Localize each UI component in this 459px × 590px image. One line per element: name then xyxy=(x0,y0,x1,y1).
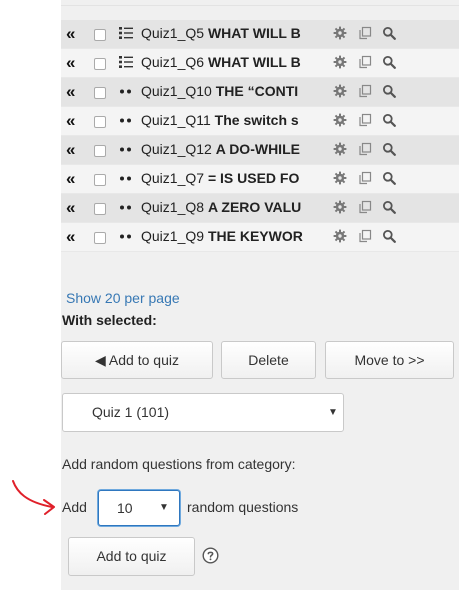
question-row: « Quiz1_Q5 WHAT WILL B xyxy=(61,20,459,49)
truefalse-icon xyxy=(118,199,134,215)
move-to-quiz-icon[interactable]: « xyxy=(66,111,76,131)
delete-button[interactable]: Delete xyxy=(221,341,316,379)
copy-icon[interactable] xyxy=(358,171,372,185)
question-text-excerpt: The switch s xyxy=(214,112,299,128)
question-checkbox[interactable] xyxy=(94,29,106,41)
question-name-prefix: Quiz1_Q6 xyxy=(141,54,208,70)
question-checkbox[interactable] xyxy=(94,145,106,157)
question-name-prefix: Quiz1_Q9 xyxy=(141,228,208,244)
help-icon[interactable] xyxy=(202,547,219,564)
preview-icon[interactable] xyxy=(382,113,396,127)
question-text-excerpt: THE “CONTI xyxy=(215,83,299,99)
copy-icon[interactable] xyxy=(358,113,372,127)
truefalse-icon xyxy=(118,83,134,99)
show-per-page-link[interactable]: Show 20 per page xyxy=(66,290,180,306)
red-arrow-annotation xyxy=(12,480,55,515)
move-to-quiz-icon[interactable]: « xyxy=(66,82,76,102)
truefalse-icon xyxy=(118,170,134,186)
question-checkbox[interactable] xyxy=(94,116,106,128)
multichoice-icon xyxy=(118,54,134,70)
add-label: Add xyxy=(62,499,87,515)
move-to-quiz-icon[interactable]: « xyxy=(66,227,76,247)
question-text-excerpt: = IS USED FO xyxy=(207,170,300,186)
add-random-label: Add random questions from category: xyxy=(62,456,296,472)
gear-icon[interactable] xyxy=(333,26,347,40)
question-text-excerpt: A DO-WHILE xyxy=(215,141,300,157)
with-selected-label: With selected: xyxy=(62,312,157,328)
move-to-quiz-icon[interactable]: « xyxy=(66,53,76,73)
move-to-quiz-icon[interactable]: « xyxy=(66,169,76,189)
question-row: « Quiz1_Q9 THE KEYWOR xyxy=(61,223,459,252)
question-row: « Quiz1_Q7 = IS USED FO xyxy=(61,165,459,194)
gear-icon[interactable] xyxy=(333,84,347,98)
gear-icon[interactable] xyxy=(333,55,347,69)
multichoice-icon xyxy=(118,25,134,41)
preview-icon[interactable] xyxy=(382,171,396,185)
question-name-prefix: Quiz1_Q5 xyxy=(141,25,208,41)
question-name-prefix: Quiz1_Q11 xyxy=(141,112,215,128)
random-count-value: 10 xyxy=(117,500,133,516)
quiz-select[interactable]: Quiz 1 (101) ▼ xyxy=(62,393,344,432)
question-checkbox[interactable] xyxy=(94,232,106,244)
move-to-quiz-icon[interactable]: « xyxy=(66,140,76,160)
previous-row-edge xyxy=(61,0,459,6)
add-to-quiz-button[interactable]: ◀ Add to quiz xyxy=(61,341,213,379)
copy-icon[interactable] xyxy=(358,229,372,243)
preview-icon[interactable] xyxy=(382,84,396,98)
question-checkbox[interactable] xyxy=(94,58,106,70)
question-name-prefix: Quiz1_Q8 xyxy=(141,199,208,215)
question-row: « Quiz1_Q11 The switch s xyxy=(61,107,459,136)
question-name: Quiz1_Q7 = IS USED FO xyxy=(141,170,331,186)
move-to-quiz-icon[interactable]: « xyxy=(66,198,76,218)
copy-icon[interactable] xyxy=(358,26,372,40)
question-name-prefix: Quiz1_Q7 xyxy=(141,170,208,186)
truefalse-icon xyxy=(118,228,134,244)
question-name-prefix: Quiz1_Q12 xyxy=(141,141,216,157)
question-name: Quiz1_Q10 THE “CONTI xyxy=(141,83,331,99)
question-row: « Quiz1_Q10 THE “CONTI xyxy=(61,78,459,107)
question-name: Quiz1_Q8 A ZERO VALU xyxy=(141,199,331,215)
question-row: « Quiz1_Q12 A DO-WHILE xyxy=(61,136,459,165)
add-random-to-quiz-button[interactable]: Add to quiz xyxy=(68,537,195,576)
truefalse-icon xyxy=(118,112,134,128)
preview-icon[interactable] xyxy=(382,142,396,156)
quiz-select-value: Quiz 1 (101) xyxy=(92,404,170,420)
question-checkbox[interactable] xyxy=(94,174,106,186)
question-name: Quiz1_Q11 The switch s xyxy=(141,112,331,128)
question-name: Quiz1_Q9 THE KEYWOR xyxy=(141,228,331,244)
random-questions-label: random questions xyxy=(187,499,299,515)
preview-icon[interactable] xyxy=(382,200,396,214)
move-to-quiz-icon[interactable]: « xyxy=(66,24,76,44)
question-text-excerpt: WHAT WILL B xyxy=(207,25,301,41)
question-name: Quiz1_Q12 A DO-WHILE xyxy=(141,141,331,157)
question-text-excerpt: A ZERO VALU xyxy=(207,199,302,215)
gear-icon[interactable] xyxy=(333,113,347,127)
question-text-excerpt: THE KEYWOR xyxy=(207,228,303,244)
gear-icon[interactable] xyxy=(333,200,347,214)
question-checkbox[interactable] xyxy=(94,203,106,215)
preview-icon[interactable] xyxy=(382,26,396,40)
gear-icon[interactable] xyxy=(333,171,347,185)
copy-icon[interactable] xyxy=(358,55,372,69)
preview-icon[interactable] xyxy=(382,229,396,243)
gear-icon[interactable] xyxy=(333,229,347,243)
question-name: Quiz1_Q6 WHAT WILL B xyxy=(141,54,331,70)
question-name-prefix: Quiz1_Q10 xyxy=(141,83,216,99)
question-row: « Quiz1_Q6 WHAT WILL B xyxy=(61,49,459,78)
chevron-down-icon: ▼ xyxy=(159,502,169,513)
copy-icon[interactable] xyxy=(358,142,372,156)
move-to-button[interactable]: Move to >> xyxy=(325,341,454,379)
chevron-down-icon: ▼ xyxy=(328,407,338,418)
copy-icon[interactable] xyxy=(358,84,372,98)
random-count-select[interactable]: 10 ▼ xyxy=(98,490,180,526)
question-checkbox[interactable] xyxy=(94,87,106,99)
question-name: Quiz1_Q5 WHAT WILL B xyxy=(141,25,331,41)
copy-icon[interactable] xyxy=(358,200,372,214)
preview-icon[interactable] xyxy=(382,55,396,69)
question-row: « Quiz1_Q8 A ZERO VALU xyxy=(61,194,459,223)
question-text-excerpt: WHAT WILL B xyxy=(207,54,301,70)
gear-icon[interactable] xyxy=(333,142,347,156)
truefalse-icon xyxy=(118,141,134,157)
